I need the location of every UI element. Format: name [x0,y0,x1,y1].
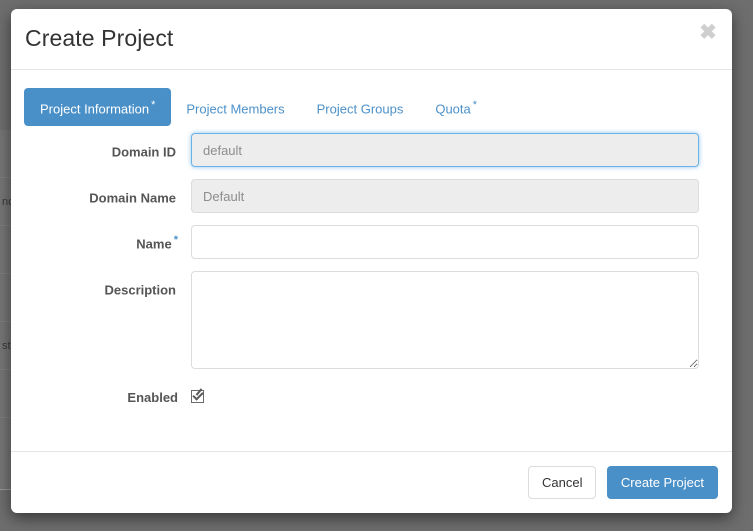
description-label: Description [11,271,191,297]
label-text: Enabled [127,390,178,405]
field-row-domain-name: Domain Name [11,179,722,213]
create-project-modal: Create Project ✖ Project Information* Pr… [11,9,732,513]
tab-label: Project Groups [317,101,404,116]
tab-label: Quota [435,101,470,116]
required-marker: * [174,234,178,246]
page-title: Create Project [25,25,173,52]
domain-name-input[interactable] [191,179,699,213]
domain-id-input[interactable] [191,133,699,167]
project-information-form: Domain ID Domain Name Name* [11,133,732,418]
cancel-button[interactable]: Cancel [528,466,596,499]
create-project-button[interactable]: Create Project [607,466,718,499]
tab-label: Project Information [40,101,149,116]
tab-project-members[interactable]: Project Members [171,89,301,125]
close-icon[interactable]: ✖ [697,22,719,44]
label-text: Description [104,282,176,297]
label-text: Domain Name [89,190,176,205]
enabled-label: Enabled [11,381,191,405]
modal-footer: Cancel Create Project [11,451,732,513]
required-marker: * [473,99,477,111]
tab-list: Project Information* Project Members Pro… [24,88,492,126]
field-row-description: Description [11,271,722,369]
required-marker: * [151,99,155,111]
domain-id-label: Domain ID [11,133,191,159]
modal-body: Project Information* Project Members Pro… [11,70,732,451]
field-row-domain-id: Domain ID [11,133,722,167]
tab-project-groups[interactable]: Project Groups [302,89,421,125]
tab-project-information[interactable]: Project Information* [24,88,171,126]
enabled-checkbox[interactable] [191,390,204,403]
field-row-name: Name* [11,225,722,259]
label-text: Domain ID [112,144,176,159]
tab-label: Project Members [186,101,284,116]
field-row-enabled: Enabled [11,381,722,406]
domain-name-label: Domain Name [11,179,191,205]
name-label: Name* [11,225,191,251]
name-input[interactable] [191,225,699,259]
label-text: Name [136,236,171,251]
tab-quota[interactable]: Quota* [420,89,492,125]
description-textarea[interactable] [191,271,699,369]
modal-header: Create Project ✖ [11,9,732,70]
